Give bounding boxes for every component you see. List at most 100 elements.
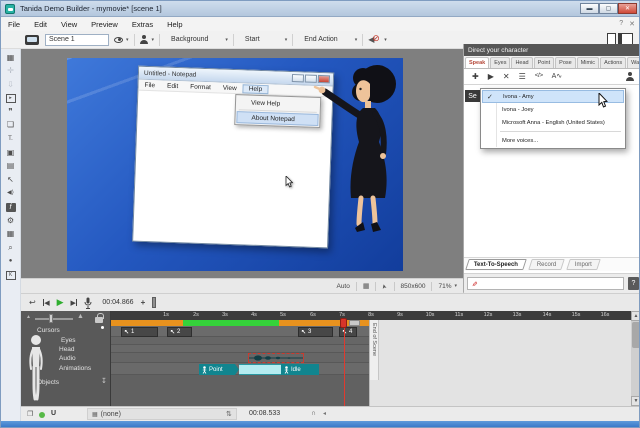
menu-help[interactable]: Help (160, 17, 189, 31)
code-icon[interactable]: </> (535, 73, 543, 80)
text-tool-icon[interactable]: T. (5, 135, 17, 144)
head-track-row[interactable] (111, 345, 369, 353)
tab-point[interactable]: Point (534, 57, 555, 68)
help-button[interactable]: ? (628, 277, 639, 290)
zoom-level[interactable]: 71% (438, 283, 451, 290)
animation-transition-strip[interactable] (239, 364, 281, 375)
ink-tool-icon[interactable]: ● (5, 257, 17, 266)
auto-zoom-label[interactable]: Auto (336, 283, 349, 290)
eye-icon[interactable] (114, 37, 123, 43)
image-tool-icon[interactable]: ▤ (5, 162, 17, 171)
cursor-clip-2[interactable]: ↖2 (167, 327, 192, 337)
playhead-marker[interactable] (340, 318, 347, 328)
voice-item-anna[interactable]: Microsoft Anna - English (United States) (482, 116, 624, 129)
start-button[interactable]: Start (239, 36, 282, 43)
headphones-icon[interactable]: ∩ (311, 410, 316, 417)
close-button[interactable]: ✕ (618, 3, 637, 14)
menu-view[interactable]: View (54, 17, 84, 31)
background-dropdown-arrow[interactable]: ▾ (225, 37, 228, 43)
character-bust-icon[interactable] (625, 72, 634, 81)
add-speech-icon[interactable]: ✚ (472, 73, 479, 81)
go-start-button[interactable]: ◀ (43, 298, 50, 307)
zoom-tool-icon[interactable]: ⌕ (5, 243, 17, 252)
undo-icon[interactable]: ↩ (29, 298, 36, 307)
cursor-clip-1[interactable]: ↖1 (121, 327, 158, 337)
scenes-tool-icon[interactable]: ▦ (5, 53, 17, 62)
mute-dropdown-arrow[interactable]: ▾ (384, 37, 387, 43)
track-label-eyes[interactable]: Eyes (61, 337, 75, 344)
tab-mimic[interactable]: Mimic (577, 57, 599, 68)
stage-canvas[interactable]: Untitled - Notepad File Edit Format View… (21, 49, 463, 278)
end-action-dropdown-arrow[interactable]: ▾ (355, 37, 358, 43)
tab-speak[interactable]: Speak (465, 57, 489, 68)
animation-clip-point[interactable]: Point (199, 364, 239, 375)
speech-text-clipped[interactable]: Se (465, 90, 480, 102)
stepper-icon[interactable]: ⇅ (226, 410, 232, 418)
track-label-animations[interactable]: Animations (59, 365, 91, 372)
background-button[interactable]: Background (165, 36, 222, 43)
tab-walk[interactable]: Walk (627, 57, 640, 68)
settings-tool-icon[interactable]: ⚙ (5, 216, 17, 225)
scroll-up-button[interactable]: ▲ (631, 311, 640, 321)
tab-record[interactable]: Record (528, 259, 565, 270)
u-icon[interactable]: U (51, 410, 56, 417)
scroll-down-button[interactable]: ▼ (631, 396, 640, 406)
zoom-dropdown-arrow[interactable]: ▾ (454, 283, 457, 289)
playhead-flag[interactable] (349, 320, 360, 326)
track-label-audio[interactable]: Audio (59, 355, 76, 362)
tab-head[interactable]: Head (511, 57, 532, 68)
record-mic-icon[interactable] (84, 297, 92, 309)
character-dropdown-arrow[interactable]: ▾ (152, 37, 155, 43)
menu-extras[interactable]: Extras (125, 17, 160, 31)
scene-select[interactable]: Scene 1 (45, 34, 109, 46)
audio-tool-icon[interactable]: ◀⟩ (5, 189, 17, 198)
cursor-toggle-icon[interactable]: ➤ (381, 283, 389, 290)
record-pointer-tool-icon[interactable]: ✛ (5, 67, 17, 76)
grid-icon[interactable]: ▦ (363, 282, 370, 290)
scrollbar-thumb[interactable] (632, 322, 640, 348)
start-dropdown-arrow[interactable]: ▾ (285, 37, 288, 43)
capture-tool-icon[interactable]: ▣ (5, 148, 17, 157)
scene-dropdown-arrow[interactable]: ▾ (126, 37, 129, 43)
mute-icon[interactable]: ◀⊘ (368, 35, 381, 45)
animation-clip-idle[interactable]: Idle (281, 364, 319, 375)
help-icon[interactable]: ? (619, 20, 623, 28)
pin-icon[interactable]: ✕ (629, 20, 635, 28)
play-button[interactable]: ▶ (57, 297, 64, 308)
audio-clip-selected[interactable] (248, 353, 304, 363)
character-icon[interactable] (140, 35, 149, 44)
cursor-clip-3[interactable]: ↖3 (298, 327, 333, 337)
object-selector[interactable]: ▦ (none) (87, 408, 237, 420)
tab-eyes[interactable]: Eyes (490, 57, 510, 68)
voice-settings-icon[interactable]: A∿ (552, 73, 563, 80)
effects-tool-icon[interactable]: f (6, 203, 16, 212)
play-speech-icon[interactable]: ▶ (488, 73, 494, 81)
import-object-icon[interactable]: ↧ (101, 377, 107, 385)
add-time-button[interactable]: + (141, 298, 146, 307)
end-action-button[interactable]: End Action (298, 36, 351, 43)
go-end-button[interactable]: ▶ (71, 298, 78, 307)
eyes-track-row[interactable] (111, 337, 369, 345)
play-clip-tool-icon[interactable]: ▸ (6, 94, 16, 103)
notepad-window[interactable]: Untitled - Notepad File Edit Format View… (132, 66, 334, 249)
list-icon[interactable]: ☰ (519, 73, 526, 81)
zoom-in-icon[interactable]: ▲ (77, 313, 84, 320)
zoom-out-icon[interactable]: ▲ (26, 315, 31, 320)
duplicate-icon[interactable]: ❐ (27, 410, 33, 418)
delete-speech-icon[interactable]: ✕ (503, 73, 510, 81)
character-figure[interactable] (311, 58, 423, 238)
tab-actions[interactable]: Actions (600, 57, 626, 68)
hscroll-left-arrow[interactable]: ◂ (323, 410, 326, 417)
tab-import[interactable]: Import (567, 259, 602, 270)
audio-track-row[interactable] (111, 353, 369, 363)
callout-tool-icon[interactable]: ❞ (5, 107, 17, 116)
monitor-icon[interactable] (25, 35, 39, 45)
tab-text-to-speech[interactable]: Text-To-Speech (465, 259, 527, 270)
menu-file[interactable]: File (1, 17, 27, 31)
maximize-button[interactable]: ▢ (599, 3, 618, 14)
timeline-vertical-scrollbar[interactable]: ▲ ▼ (631, 311, 640, 406)
timeline-ruler[interactable]: 1s 2s 3s 4s 5s 6s 7s 8s 9s 10s 11s 12s 1… (111, 311, 640, 320)
keystrokes-tool-icon[interactable]: K (6, 271, 16, 280)
timeline-zoom-slider-handle[interactable] (49, 314, 53, 323)
tab-pose[interactable]: Pose (555, 57, 576, 68)
